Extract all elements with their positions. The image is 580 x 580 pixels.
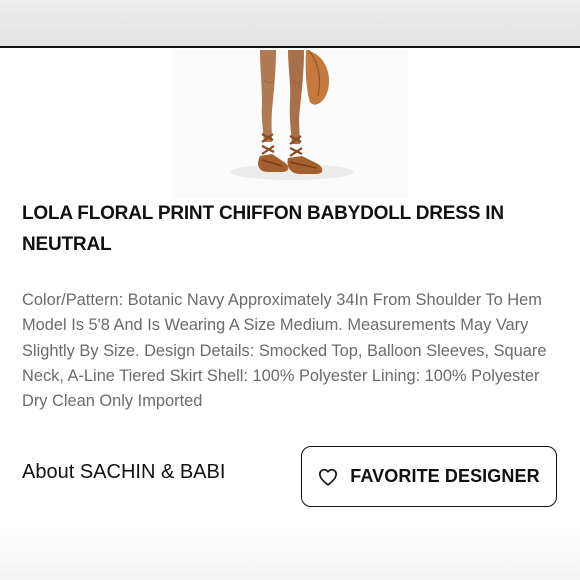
about-designer-link[interactable]: About SACHIN & BABI xyxy=(22,461,225,484)
favorite-designer-button[interactable]: FAVORITE DESIGNER xyxy=(301,446,557,507)
model-legs-illustration xyxy=(230,50,354,180)
bottom-fade xyxy=(0,530,580,580)
handbag xyxy=(305,50,330,105)
favorite-designer-label: FAVORITE DESIGNER xyxy=(350,466,540,486)
right-leg xyxy=(288,50,304,144)
left-leg xyxy=(260,50,276,142)
product-title: LOLA FLORAL PRINT CHIFFON BABYDOLL DRESS… xyxy=(22,203,504,255)
heart-outline-icon xyxy=(318,468,338,486)
top-navigation-bar xyxy=(0,0,580,48)
product-image[interactable] xyxy=(172,50,408,198)
product-description: Color/Pattern: Botanic Navy Approximatel… xyxy=(22,291,547,411)
